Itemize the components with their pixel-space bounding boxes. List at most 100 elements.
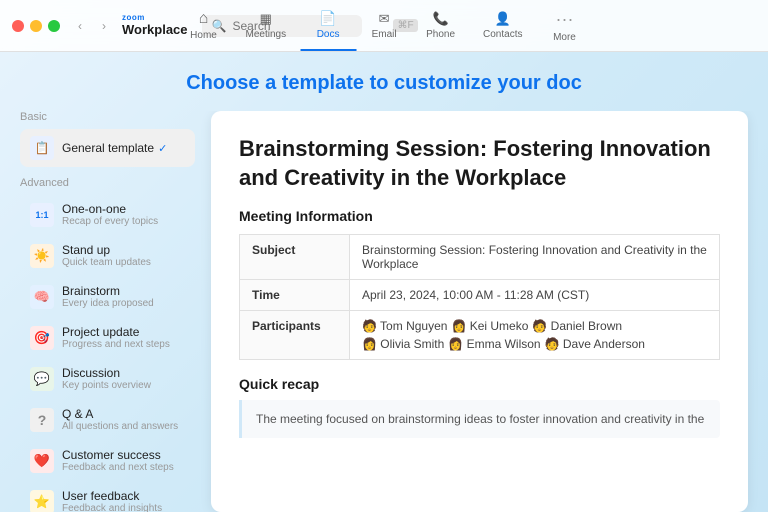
main-content: Choose a template to customize your doc … [0,52,768,512]
sidebar: Basic 📋 General template ✓ Advanced 1:1 [20,111,195,512]
table-row-time: Time April 23, 2024, 10:00 AM - 11:28 AM… [240,280,720,311]
participant-olivia: 👩 Olivia Smith [362,337,444,351]
one-on-one-icon: 1:1 [30,203,54,227]
template-item-one-on-one[interactable]: 1:1 One-on-one Recap of every topics [20,195,195,234]
table-row-subject: Subject Brainstorming Session: Fostering… [240,235,720,280]
tab-docs-label: Docs [317,29,340,40]
quick-recap-text: The meeting focused on brainstorming ide… [256,410,706,428]
discussion-desc: Key points overview [62,380,185,391]
home-icon: ⌂ [199,10,209,28]
template-item-qa[interactable]: ? Q & A All questions and answers [20,400,195,439]
body-area: Basic 📋 General template ✓ Advanced 1:1 [0,111,768,512]
minimize-button[interactable] [30,20,42,32]
participants-value: 🧑 Tom Nguyen 👩 Kei Umeko 🧑 Daniel Brown … [350,311,720,360]
template-item-project-update[interactable]: 🎯 Project update Progress and next steps [20,318,195,357]
template-header: Choose a template to customize your doc [0,52,768,111]
template-item-general[interactable]: 📋 General template ✓ [20,129,195,167]
one-on-one-desc: Recap of every topics [62,216,185,227]
participant-dave: 🧑 Dave Anderson [545,337,645,351]
standup-name: Stand up [62,243,185,257]
tab-meetings-label: Meetings [246,29,287,40]
tab-home-label: Home [190,30,217,41]
project-update-name: Project update [62,325,185,339]
customer-success-icon: ❤️ [30,449,54,473]
participant-daniel: 🧑 Daniel Brown [532,319,622,333]
participants-label: Participants [240,311,350,360]
quick-recap-box: The meeting focused on brainstorming ide… [239,400,720,438]
customer-success-text: Customer success Feedback and next steps [62,448,185,473]
nav-arrows: ‹ › [70,16,114,36]
template-item-user-feedback[interactable]: ⭐ User feedback Feedback and insights [20,482,195,512]
subject-value: Brainstorming Session: Fostering Innovat… [350,235,720,280]
tab-phone-label: Phone [426,29,455,40]
titlebar: ‹ › zoom Workplace 🔍 ⌘F ⌂ Home ▦ Meeting… [0,0,768,52]
user-feedback-icon: ⭐ [30,490,54,512]
participant-kei: 👩 Kei Umeko [451,319,528,333]
customer-success-desc: Feedback and next steps [62,462,185,473]
general-template-text: General template ✓ [62,141,185,155]
customer-success-name: Customer success [62,448,185,462]
discussion-name: Discussion [62,366,185,380]
preview-pane: Brainstorming Session: Fostering Innovat… [211,111,748,512]
close-button[interactable] [12,20,24,32]
meeting-info-label: Meeting Information [239,208,720,224]
participant-tom: 🧑 Tom Nguyen [362,319,447,333]
user-feedback-name: User feedback [62,489,185,503]
project-update-text: Project update Progress and next steps [62,325,185,350]
tab-email[interactable]: ✉ Email [356,0,412,51]
contacts-icon: 👤 [495,11,511,27]
general-template-name: General template ✓ [62,141,185,155]
subject-label: Subject [240,235,350,280]
back-button[interactable]: ‹ [70,16,90,36]
table-row-participants: Participants 🧑 Tom Nguyen 👩 Kei Umeko 🧑 … [240,311,720,360]
one-on-one-name: One-on-one [62,202,185,216]
participants-cell: 🧑 Tom Nguyen 👩 Kei Umeko 🧑 Daniel Brown … [362,319,707,351]
tab-more[interactable]: ··· More [536,0,592,51]
discussion-icon: 💬 [30,367,54,391]
qa-desc: All questions and answers [62,421,185,432]
template-item-standup[interactable]: ☀️ Stand up Quick team updates [20,236,195,275]
tab-home[interactable]: ⌂ Home [176,0,232,51]
brainstorm-text: Brainstorm Every idea proposed [62,284,185,309]
template-item-brainstorm[interactable]: 🧠 Brainstorm Every idea proposed [20,277,195,316]
tab-meetings[interactable]: ▦ Meetings [232,0,301,51]
meeting-info-table: Subject Brainstorming Session: Fostering… [239,234,720,360]
tab-more-label: More [553,32,576,43]
discussion-text: Discussion Key points overview [62,366,185,391]
template-item-customer-success[interactable]: ❤️ Customer success Feedback and next st… [20,441,195,480]
user-feedback-desc: Feedback and insights [62,503,185,512]
quick-recap-label: Quick recap [239,376,720,392]
template-item-discussion[interactable]: 💬 Discussion Key points overview [20,359,195,398]
participant-emma: 👩 Emma Wilson [448,337,540,351]
time-value: April 23, 2024, 10:00 AM - 11:28 AM (CST… [350,280,720,311]
doc-title: Brainstorming Session: Fostering Innovat… [239,135,720,192]
advanced-section: Advanced 1:1 One-on-one Recap of every t… [20,177,195,512]
brainstorm-desc: Every idea proposed [62,298,185,309]
standup-text: Stand up Quick team updates [62,243,185,268]
checkmark-icon: ✓ [158,142,167,155]
tab-contacts[interactable]: 👤 Contacts [469,0,536,51]
maximize-button[interactable] [48,20,60,32]
tab-phone[interactable]: 📞 Phone [412,0,469,51]
forward-button[interactable]: › [94,16,114,36]
brainstorm-icon: 🧠 [30,285,54,309]
nav-tabs: ⌂ Home ▦ Meetings 📄 Docs ✉ Email 📞 Phone… [176,0,593,51]
general-template-icon: 📋 [30,136,54,160]
page-heading: Choose a template to customize your doc [0,72,768,95]
brainstorm-name: Brainstorm [62,284,185,298]
docs-icon: 📄 [319,10,336,27]
standup-desc: Quick team updates [62,257,185,268]
project-update-desc: Progress and next steps [62,339,185,350]
tab-docs[interactable]: 📄 Docs [300,0,356,51]
qa-icon: ? [30,408,54,432]
time-label: Time [240,280,350,311]
standup-icon: ☀️ [30,244,54,268]
tab-email-label: Email [372,29,397,40]
phone-icon: 📞 [432,11,448,27]
user-feedback-text: User feedback Feedback and insights [62,489,185,512]
basic-section-label: Basic [20,111,195,123]
one-on-one-text: One-on-one Recap of every topics [62,202,185,227]
qa-name: Q & A [62,407,185,421]
traffic-lights [12,20,60,32]
tab-contacts-label: Contacts [483,29,522,40]
